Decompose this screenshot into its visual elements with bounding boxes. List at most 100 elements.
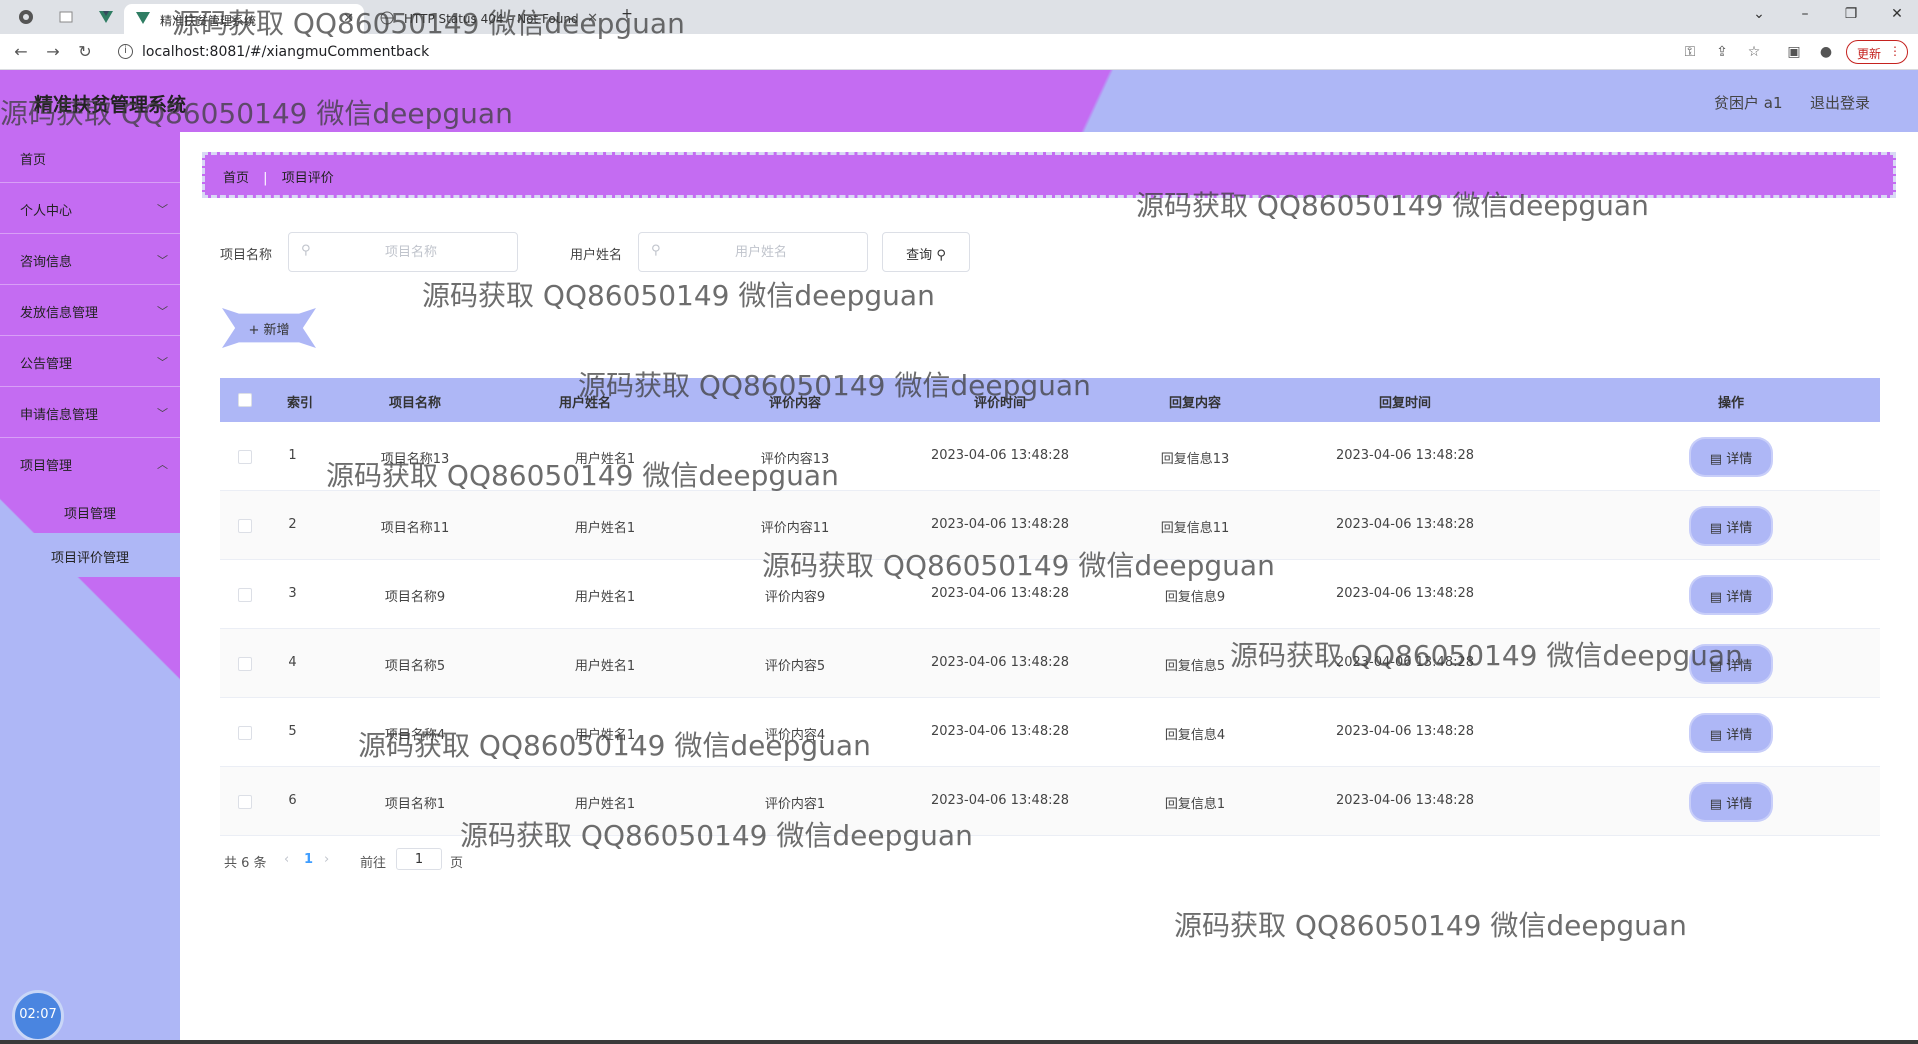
sidebar-item-label: 项目管理 — [20, 459, 73, 474]
project-name-input[interactable] — [321, 241, 501, 263]
table-row[interactable]: 4 项目名称5 用户姓名1 评价内容5 2023-04-06 13:48:28 … — [220, 629, 1880, 698]
site-info-icon[interactable]: i — [118, 44, 133, 59]
bookmark-star-icon[interactable]: ☆ — [1744, 44, 1764, 60]
pagination: 共 6 条 ‹ 1 › 前往 1 页 — [224, 848, 524, 872]
query-button[interactable]: 查询 ⚲ — [882, 232, 970, 272]
table-row[interactable]: 5 项目名称4 用户姓名1 评价内容4 2023-04-06 13:48:28 … — [220, 698, 1880, 767]
back-icon[interactable]: ← — [10, 42, 32, 61]
row-checkbox[interactable] — [238, 450, 252, 464]
detail-button[interactable]: ▤ 详情 — [1691, 646, 1771, 682]
sidebar: 首页 个人中心 ﹀ 咨询信息 ﹀ 发放信息管理 ﹀ 公告管理 ﹀ 申请信息管理 … — [0, 132, 180, 1044]
cell-reply-time: 2023-04-06 13:48:28 — [1335, 793, 1475, 808]
cell-user-name: 用户姓名1 — [574, 452, 636, 467]
next-page-icon[interactable]: › — [324, 852, 329, 867]
row-checkbox[interactable] — [238, 588, 252, 602]
add-button[interactable]: + 新增 — [222, 308, 316, 348]
tab-search-icon[interactable]: ⌄ — [1744, 6, 1774, 22]
browser-menu-icon[interactable] — [18, 9, 34, 25]
close-tab-icon[interactable]: ✕ — [587, 11, 598, 26]
cell-comment: 评价内容13 — [760, 452, 830, 467]
tab-page-icon[interactable] — [58, 9, 74, 25]
chevron-down-icon: ﹀ — [157, 356, 168, 369]
col-actions: 操作 — [1717, 396, 1744, 411]
tab-404[interactable]: HTTP Status 404 – Not Found ✕ — [368, 4, 608, 34]
main-content: 首页 | 项目评价 项目名称 ⚲ 用户姓名 ⚲ 查询 ⚲ + 新增 索引 项目名… — [180, 132, 1918, 1044]
more-menu-icon: ⋮ — [1889, 44, 1901, 58]
row-checkbox[interactable] — [238, 519, 252, 533]
key-icon[interactable]: ⚿ — [1680, 44, 1700, 60]
col-user-name: 用户姓名 — [558, 396, 611, 411]
table-row[interactable]: 2 项目名称11 用户姓名1 评价内容11 2023-04-06 13:48:2… — [220, 491, 1880, 560]
document-icon: ▤ — [1709, 797, 1727, 812]
cell-reply: 回复信息1 — [1164, 797, 1226, 812]
col-reply: 回复内容 — [1168, 396, 1221, 411]
sidebar-item-projects[interactable]: 项目管理 ︿ — [0, 438, 180, 489]
col-comment-time: 评价时间 — [973, 396, 1026, 411]
cell-project-name: 项目名称13 — [380, 452, 450, 467]
url-field[interactable]: i localhost:8081/#/xiangmuCommentback — [110, 42, 429, 64]
select-all-checkbox[interactable] — [238, 393, 252, 407]
user-name-input[interactable] — [671, 241, 851, 263]
table-row[interactable]: 6 项目名称1 用户姓名1 评价内容1 2023-04-06 13:48:28 … — [220, 767, 1880, 836]
detail-button[interactable]: ▤ 详情 — [1691, 784, 1771, 820]
share-icon[interactable]: ⇪ — [1712, 44, 1732, 60]
user-name-field[interactable]: ⚲ — [638, 232, 868, 272]
prev-page-icon[interactable]: ‹ — [284, 852, 289, 867]
cell-comment: 评价内容5 — [764, 659, 826, 674]
tab-app[interactable]: 精准扶贫管理系统 ✕ — [124, 4, 364, 34]
document-icon: ▤ — [1709, 452, 1727, 467]
tab-title: HTTP Status 404 – Not Found — [404, 12, 579, 26]
detail-button[interactable]: ▤ 详情 — [1691, 439, 1771, 475]
sidebar-item-personal-center[interactable]: 个人中心 ﹀ — [0, 183, 180, 234]
logout-link[interactable]: 退出登录 — [1810, 92, 1870, 113]
update-button[interactable]: 更新 ⋮ — [1846, 40, 1908, 64]
detail-button[interactable]: ▤ 详情 — [1691, 577, 1771, 613]
document-icon: ▤ — [1709, 659, 1727, 674]
cell-project-name: 项目名称11 — [380, 521, 450, 536]
row-checkbox[interactable] — [238, 726, 252, 740]
new-tab-icon[interactable]: + — [612, 6, 642, 22]
total-count: 共 6 条 — [224, 856, 267, 871]
minimize-icon[interactable]: – — [1790, 6, 1820, 22]
vue-logo-icon[interactable] — [98, 9, 114, 25]
sidebar-item-home[interactable]: 首页 — [0, 132, 180, 183]
close-window-icon[interactable]: ✕ — [1882, 6, 1912, 22]
detail-button[interactable]: ▤ 详情 — [1691, 508, 1771, 544]
sidebar-subitem-project-manage[interactable]: 项目管理 — [0, 489, 180, 533]
sidebar-item-applications[interactable]: 申请信息管理 ﹀ — [0, 387, 180, 438]
profile-icon[interactable]: ● — [1816, 44, 1836, 60]
breadcrumb-home[interactable]: 首页 — [223, 171, 249, 186]
cell-user-name: 用户姓名1 — [574, 728, 636, 743]
restore-icon[interactable]: ❐ — [1836, 6, 1866, 22]
page-suffix: 页 — [450, 856, 464, 871]
chevron-down-icon: ﹀ — [157, 305, 168, 318]
close-tab-icon[interactable]: ✕ — [343, 11, 354, 26]
cell-reply: 回复信息4 — [1164, 728, 1226, 743]
current-user[interactable]: 贫困户 a1 — [1714, 92, 1783, 113]
detail-label: 详情 — [1726, 728, 1753, 743]
table-row[interactable]: 3 项目名称9 用户姓名1 评价内容9 2023-04-06 13:48:28 … — [220, 560, 1880, 629]
app-title: 精准扶贫管理系统 — [34, 94, 187, 116]
sidebar-subitem-project-comments[interactable]: 项目评价管理 — [0, 533, 180, 577]
cell-project-name: 项目名称9 — [384, 590, 446, 605]
project-name-field[interactable]: ⚲ — [288, 232, 518, 272]
sidebar-item-distribution[interactable]: 发放信息管理 ﹀ — [0, 285, 180, 336]
sidebar-item-consult-info[interactable]: 咨询信息 ﹀ — [0, 234, 180, 285]
goto-page-input[interactable]: 1 — [396, 848, 442, 870]
cell-comment: 评价内容4 — [764, 728, 826, 743]
table-header: 索引 项目名称 用户姓名 评价内容 评价时间 回复内容 回复时间 操作 — [220, 378, 1880, 422]
cell-index: 2 — [288, 517, 297, 532]
sidebar-item-announcements[interactable]: 公告管理 ﹀ — [0, 336, 180, 387]
row-checkbox[interactable] — [238, 657, 252, 671]
page-number[interactable]: 1 — [304, 852, 313, 867]
detail-button[interactable]: ▤ 详情 — [1691, 715, 1771, 751]
row-checkbox[interactable] — [238, 795, 252, 809]
cell-user-name: 用户姓名1 — [574, 521, 636, 536]
cell-comment: 评价内容11 — [760, 521, 830, 536]
reload-icon[interactable]: ↻ — [74, 42, 96, 61]
side-panel-icon[interactable]: ▣ — [1784, 44, 1804, 60]
forward-icon[interactable]: → — [42, 42, 64, 61]
table-row[interactable]: 1 项目名称13 用户姓名1 评价内容13 2023-04-06 13:48:2… — [220, 422, 1880, 491]
clock-badge[interactable]: 02:07 — [12, 990, 64, 1042]
cell-comment: 评价内容1 — [764, 797, 826, 812]
